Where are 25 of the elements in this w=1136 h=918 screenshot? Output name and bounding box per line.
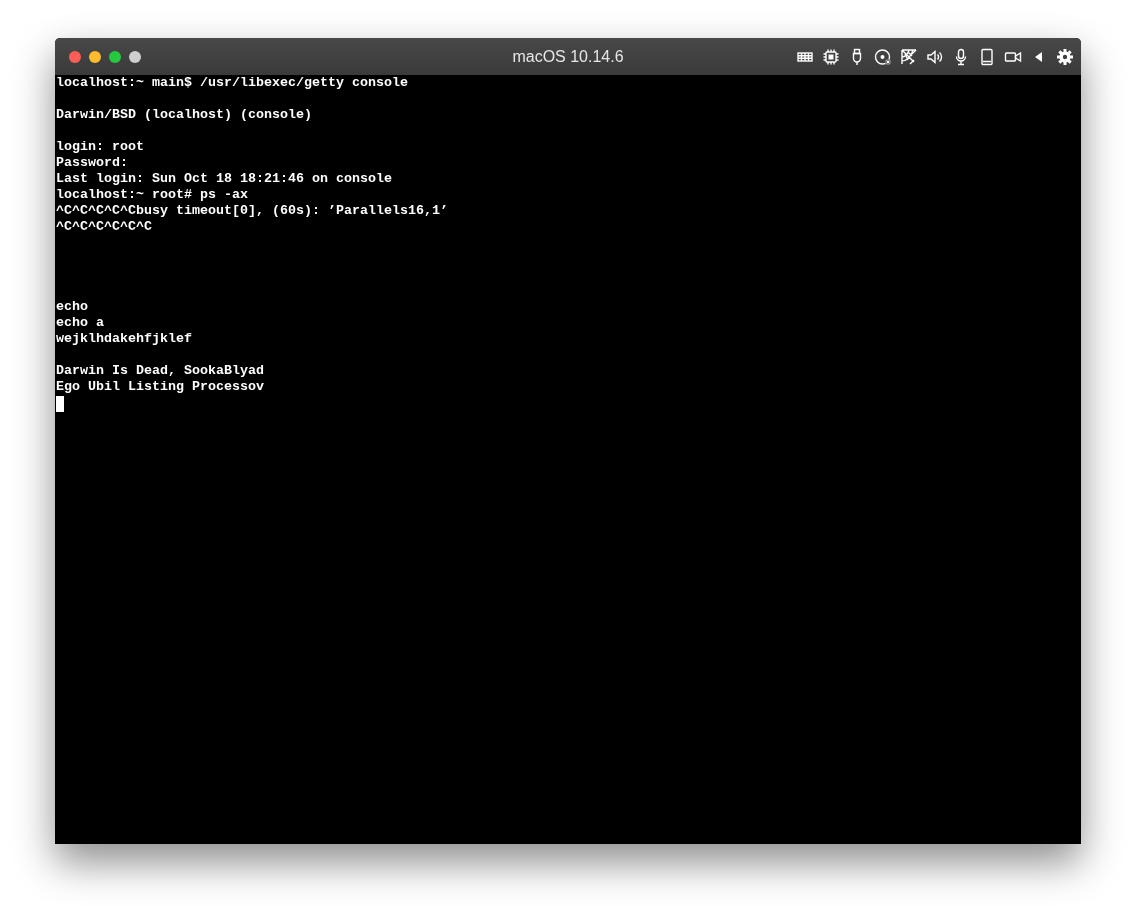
speaker-icon[interactable] [926,47,944,66]
terminal-line: localhost:~ main$ /usr/libexec/getty console [56,75,408,91]
terminal-line: Ego Ubil Listing Processov [56,379,264,395]
terminal-line: ^C^C^C^C^Cbusy timeout[0], (60s): ’Parallels16,1’ [56,203,448,219]
tablet-icon[interactable] [978,47,996,66]
terminal-line: Darwin Is Dead, SookaBlyad [56,363,264,379]
window-title: macOS 10.14.6 [512,47,624,66]
disc-icon[interactable] [874,47,892,66]
terminal-line: Password: [56,155,128,171]
web-icon[interactable] [900,47,918,66]
terminal-line: echo a [56,315,104,331]
terminal-line: echo [56,299,88,315]
settings-icon[interactable] [1056,47,1074,66]
window-button[interactable] [129,50,141,63]
terminal-line: Last login: Sun Oct 18 18:21:46 on console [56,171,392,187]
text-cursor [56,396,64,412]
terminal-line: Darwin/BSD (localhost) (console) [56,107,312,123]
close-button[interactable] [69,50,81,63]
minimize-button[interactable] [89,50,101,63]
terminal-line: login: root [56,139,144,155]
chip-icon[interactable] [822,47,840,66]
terminal-line: ^C^C^C^C^C^C [56,219,152,235]
zoom-button[interactable] [109,50,121,63]
terminal-line: localhost:~ root# ps -ax [56,187,248,203]
terminal-line: wejklhdakehfjklef [56,331,192,347]
